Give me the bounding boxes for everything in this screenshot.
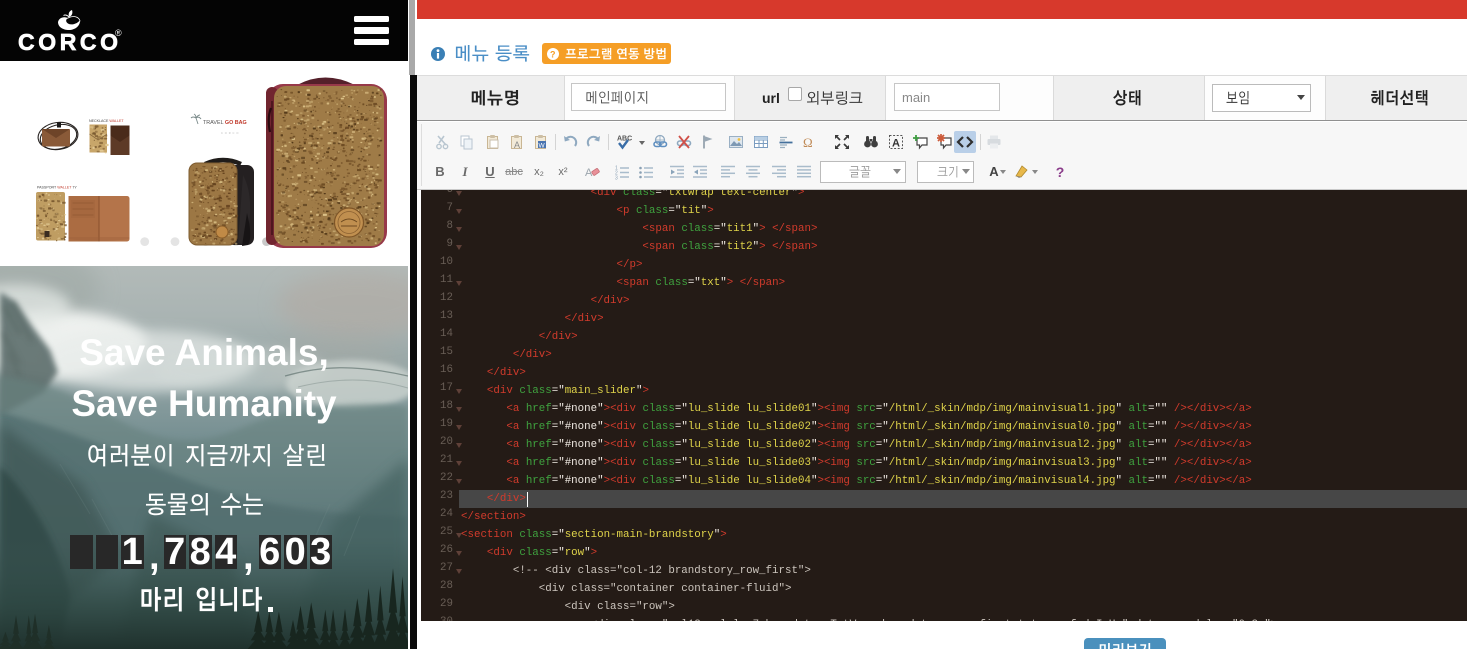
svg-text:A: A <box>892 138 900 150</box>
svg-text:3: 3 <box>615 175 618 180</box>
svg-text:NECKLACE WALLET: NECKLACE WALLET <box>89 119 124 123</box>
svg-text:W: W <box>539 143 546 150</box>
svg-text:Ω: Ω <box>803 135 813 150</box>
svg-text:ABC: ABC <box>617 136 632 143</box>
svg-text:C O R C O: C O R C O <box>221 131 239 135</box>
svg-text:PASSPORT WALLET 7Y: PASSPORT WALLET 7Y <box>37 186 77 190</box>
svg-text:?: ? <box>550 49 556 59</box>
svg-text:A: A <box>514 140 520 150</box>
svg-text:TRAVEL GO BAG: TRAVEL GO BAG <box>203 120 247 126</box>
